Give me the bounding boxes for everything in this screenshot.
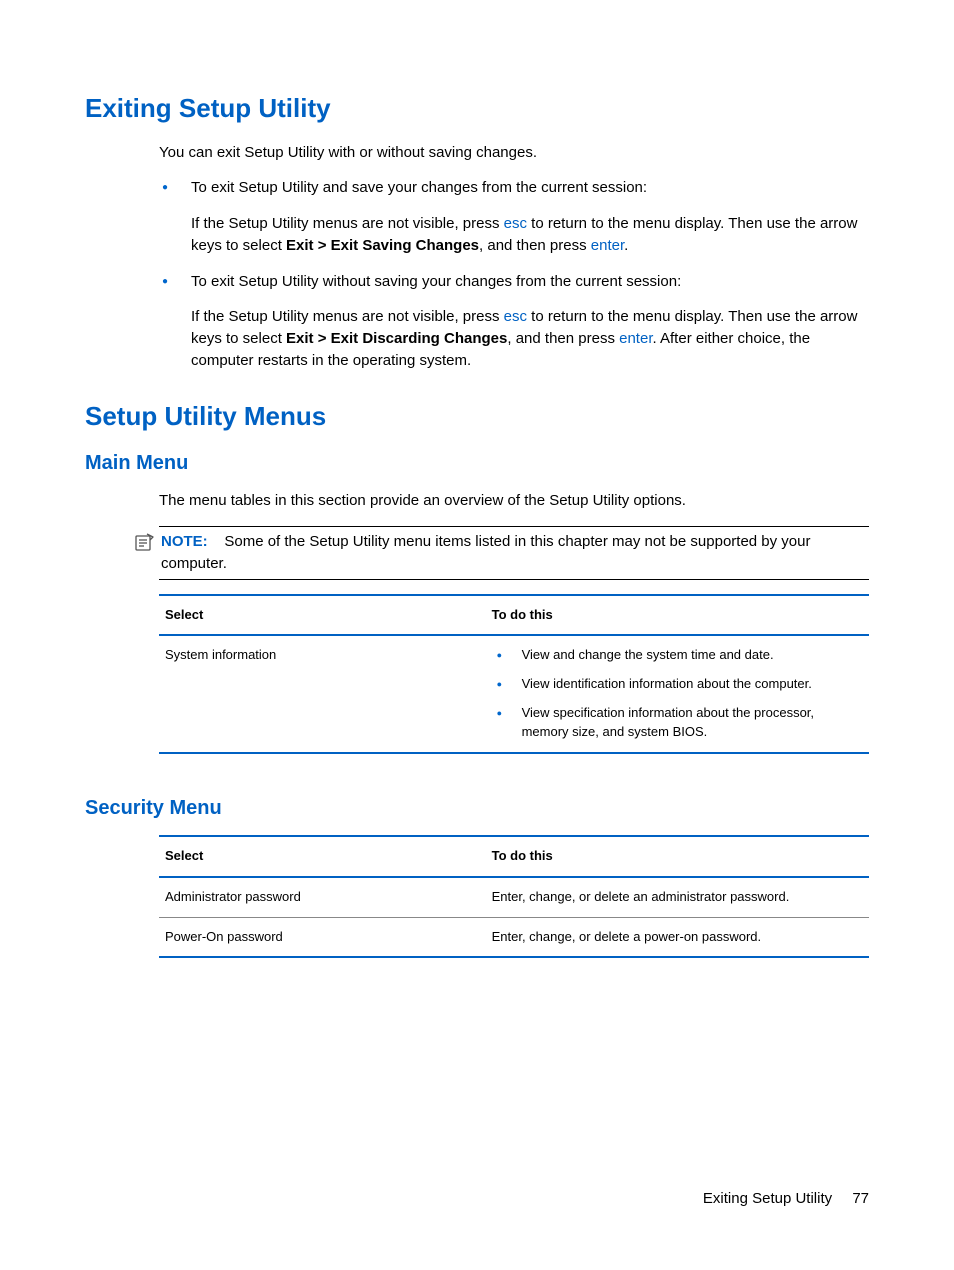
text: If the Setup Utility menus are not visib… — [191, 215, 504, 232]
note-icon — [135, 533, 155, 558]
table-header-select: Select — [159, 836, 486, 877]
note-label: NOTE: — [161, 533, 208, 550]
table-header-select: Select — [159, 595, 486, 636]
text: , and then press — [479, 237, 591, 254]
intro-text: You can exit Setup Utility with or witho… — [159, 142, 869, 164]
list-sub: If the Setup Utility menus are not visib… — [191, 306, 869, 371]
heading-setup-menus: Setup Utility Menus — [85, 398, 869, 436]
list-item: To exit Setup Utility and save your chan… — [159, 177, 869, 256]
key-enter: enter — [591, 237, 624, 254]
cell-select: System information — [159, 635, 486, 752]
table-row: Power-On password Enter, change, or dele… — [159, 917, 869, 957]
cell-action: Enter, change, or delete a power-on pass… — [486, 917, 869, 957]
main-menu-table: Select To do this System information Vie… — [159, 594, 869, 754]
table-row: Administrator password Enter, change, or… — [159, 877, 869, 917]
footer-title: Exiting Setup Utility — [703, 1190, 832, 1207]
action-item: View and change the system time and date… — [492, 646, 863, 665]
cell-select: Administrator password — [159, 877, 486, 917]
cell-action: Enter, change, or delete an administrato… — [486, 877, 869, 917]
text: . — [624, 237, 628, 254]
key-enter: enter — [619, 330, 652, 347]
list-sub: If the Setup Utility menus are not visib… — [191, 213, 869, 257]
heading-exiting-setup: Exiting Setup Utility — [85, 90, 869, 128]
cell-action: View and change the system time and date… — [486, 635, 869, 752]
menu-path: Exit > Exit Saving Changes — [286, 237, 479, 254]
text: , and then press — [507, 330, 619, 347]
list-lead: To exit Setup Utility and save your chan… — [191, 177, 869, 199]
note-text: Some of the Setup Utility menu items lis… — [161, 533, 811, 572]
note-content: NOTE: Some of the Setup Utility menu ite… — [161, 531, 869, 575]
main-menu-intro: The menu tables in this section provide … — [159, 490, 869, 512]
exit-options-list: To exit Setup Utility and save your chan… — [159, 177, 869, 371]
note-block: NOTE: Some of the Setup Utility menu ite… — [159, 526, 869, 580]
key-esc: esc — [504, 308, 527, 325]
heading-security-menu: Security Menu — [85, 794, 869, 823]
table-header-action: To do this — [486, 595, 869, 636]
action-list: View and change the system time and date… — [492, 646, 863, 741]
menu-path: Exit > Exit Discarding Changes — [286, 330, 507, 347]
table-row: System information View and change the s… — [159, 635, 869, 752]
key-esc: esc — [504, 215, 527, 232]
text: If the Setup Utility menus are not visib… — [191, 308, 504, 325]
list-lead: To exit Setup Utility without saving you… — [191, 271, 869, 293]
page-footer: Exiting Setup Utility 77 — [703, 1188, 869, 1210]
table-header-action: To do this — [486, 836, 869, 877]
list-item: To exit Setup Utility without saving you… — [159, 271, 869, 372]
action-item: View identification information about th… — [492, 675, 863, 694]
action-item: View specification information about the… — [492, 704, 863, 742]
heading-main-menu: Main Menu — [85, 449, 869, 478]
cell-select: Power-On password — [159, 917, 486, 957]
page-number: 77 — [852, 1190, 869, 1207]
security-menu-table: Select To do this Administrator password… — [159, 835, 869, 959]
